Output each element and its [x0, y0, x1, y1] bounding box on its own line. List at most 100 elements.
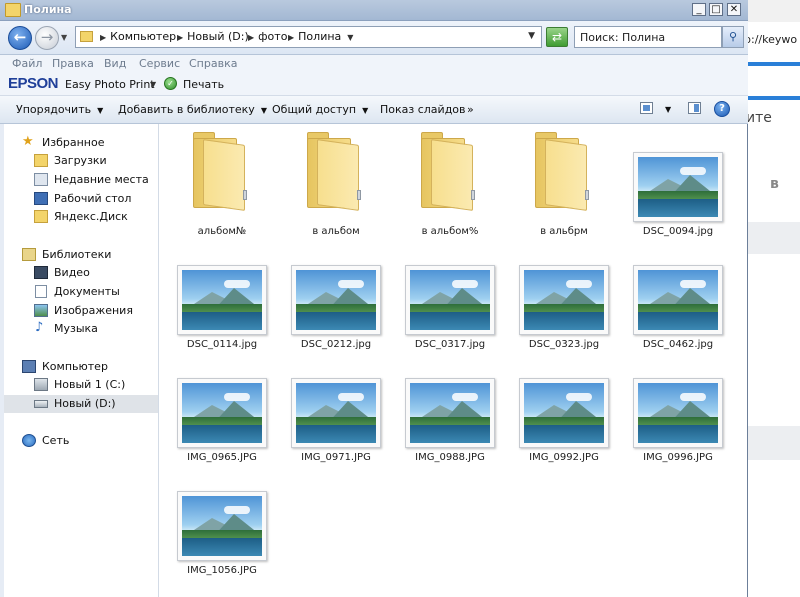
preview-pane-icon[interactable] — [688, 102, 701, 114]
window-title: Полина — [24, 3, 72, 16]
more-commands-button[interactable]: » — [467, 103, 474, 116]
address-dropdown[interactable]: ▼ — [528, 31, 535, 41]
image-file-item[interactable]: DSC_0094.jpg — [623, 128, 733, 243]
breadcrumb-label: Полина — [298, 30, 342, 43]
documents-icon — [35, 285, 47, 298]
folder-icon — [189, 132, 249, 211]
image-thumbnail — [405, 378, 495, 448]
libraries-icon — [22, 248, 36, 261]
epson-toolbar: EPSON Easy Photo Print ▼ ✓ Печать — [0, 73, 748, 96]
downloads-folder-icon — [34, 154, 48, 167]
image-file-item[interactable]: DSC_0323.jpg — [509, 241, 619, 356]
view-mode-dropdown[interactable]: ▼ — [665, 105, 671, 114]
menu-help[interactable]: Справка — [189, 57, 237, 70]
sidebar-network[interactable]: Сеть — [4, 432, 158, 450]
back-button[interactable]: ← — [8, 26, 32, 50]
maximize-button[interactable]: □ — [709, 3, 723, 16]
view-mode-icon[interactable] — [640, 102, 653, 114]
sidebar-item-pictures[interactable]: Изображения — [4, 302, 158, 320]
image-file-item[interactable]: DSC_0462.jpg — [623, 241, 733, 356]
sidebar-item-recent[interactable]: Недавние места — [4, 171, 158, 189]
image-file-item[interactable]: IMG_0965.JPG — [167, 354, 277, 469]
share-button[interactable]: Общий доступ ▼ — [272, 103, 368, 116]
minimize-button[interactable]: _ — [692, 3, 706, 16]
sidebar-item-label: Документы — [54, 285, 120, 298]
image-file-item[interactable]: IMG_0996.JPG — [623, 354, 733, 469]
breadcrumb-item[interactable]: ▶ Новый (D:) — [177, 30, 249, 43]
add-to-library-button[interactable]: Добавить в библиотеку ▼ — [118, 103, 267, 116]
file-name-label: DSC_0094.jpg — [642, 226, 714, 237]
folder-item[interactable]: в альбом% — [395, 128, 505, 243]
sidebar-item-video[interactable]: Видео — [4, 264, 158, 282]
page-band — [748, 222, 800, 254]
sidebar-favorites[interactable]: ★ Избранное — [4, 134, 158, 152]
epson-app-button[interactable]: Easy Photo Print — [65, 78, 155, 91]
organize-button[interactable]: Упорядочить ▼ — [16, 103, 103, 116]
sidebar-item-documents[interactable]: Документы — [4, 283, 158, 301]
folder-icon — [531, 132, 591, 211]
breadcrumb-item[interactable]: ▶ фото — [248, 30, 287, 43]
folder-item[interactable]: в альбом — [281, 128, 391, 243]
command-bar: Упорядочить ▼ Добавить в библиотеку ▼ Общи… — [0, 96, 748, 124]
slideshow-button[interactable]: Показ слайдов — [380, 103, 466, 116]
browser-url: p://keywo — [748, 33, 798, 46]
sidebar-item-label: Изображения — [54, 304, 133, 317]
sidebar-item-label: Библиотеки — [42, 248, 112, 261]
menu-edit[interactable]: Правка — [52, 57, 94, 70]
breadcrumb-label: Компьютер — [110, 30, 177, 43]
image-file-item[interactable]: IMG_0988.JPG — [395, 354, 505, 469]
sidebar-item-yandex-disk[interactable]: Яндекс.Диск — [4, 208, 158, 226]
menu-view[interactable]: Вид — [104, 57, 126, 70]
address-bar[interactable]: ▶ Компьютер ▶ Новый (D:) ▶ фото ▶ Полина ▼ ▼ — [75, 26, 542, 48]
print-button[interactable]: Печать — [183, 78, 224, 91]
video-icon — [34, 266, 48, 279]
file-name-label: DSC_0114.jpg — [186, 339, 258, 350]
explorer-window: Полина _ □ ✕ ← → ▼ ▶ Компьютер ▶ Новый (D:… — [0, 0, 748, 597]
sidebar-item-downloads[interactable]: Загрузки — [4, 152, 158, 170]
forward-arrow-icon: → — [40, 28, 54, 46]
image-file-item[interactable]: IMG_0992.JPG — [509, 354, 619, 469]
image-file-item[interactable]: DSC_0212.jpg — [281, 241, 391, 356]
folder-icon — [5, 3, 21, 17]
menu-file[interactable]: Файл — [12, 57, 42, 70]
navigation-pane: ★ Избранное Загрузки Недавние места Рабо… — [4, 124, 159, 597]
file-name-label: в альбом — [312, 226, 360, 237]
sidebar-computer[interactable]: Компьютер — [4, 358, 158, 376]
sidebar-item-desktop[interactable]: Рабочий стол — [4, 190, 158, 208]
breadcrumb-item[interactable]: ▶ Полина ▼ — [288, 30, 357, 43]
image-thumbnail — [291, 265, 381, 335]
search-button[interactable]: ⚲ — [722, 26, 744, 48]
image-file-item[interactable]: DSC_0114.jpg — [167, 241, 277, 356]
title-bar[interactable]: Полина _ □ ✕ — [0, 0, 748, 21]
epson-dropdown[interactable]: ▼ — [150, 80, 156, 89]
breadcrumb-item[interactable]: ▶ Компьютер — [100, 30, 176, 43]
menu-tools[interactable]: Сервис — [139, 57, 180, 70]
file-name-label: DSC_0212.jpg — [300, 339, 372, 350]
folder-icon — [417, 132, 477, 211]
sidebar-item-drive-d[interactable]: Новый (D:) — [4, 395, 158, 413]
page-text: в — [770, 176, 779, 192]
folder-item[interactable]: альбом№ — [167, 128, 277, 243]
sidebar-item-label: Сеть — [42, 434, 70, 447]
image-file-item[interactable]: DSC_0317.jpg — [395, 241, 505, 356]
image-file-item[interactable]: IMG_1056.JPG — [167, 467, 277, 582]
page-text: ите — [748, 110, 772, 126]
image-thumbnail — [633, 378, 723, 448]
image-thumbnail — [177, 491, 267, 561]
refresh-button[interactable]: ⇄ — [546, 27, 568, 47]
sidebar-item-label: Загрузки — [54, 154, 107, 167]
sidebar-item-music[interactable]: ♪ Музыка — [4, 320, 158, 338]
file-name-label: DSC_0323.jpg — [528, 339, 600, 350]
desktop-icon — [34, 192, 48, 205]
image-file-item[interactable]: IMG_0971.JPG — [281, 354, 391, 469]
sidebar-item-drive-c[interactable]: Новый 1 (C:) — [4, 376, 158, 394]
sidebar-libraries[interactable]: Библиотеки — [4, 246, 158, 264]
image-thumbnail — [405, 265, 495, 335]
help-icon[interactable]: ? — [714, 101, 730, 117]
folder-item[interactable]: в альбрм — [509, 128, 619, 243]
search-input[interactable] — [574, 26, 722, 48]
recent-pages-dropdown[interactable]: ▼ — [61, 33, 67, 42]
forward-button[interactable]: → — [35, 26, 59, 50]
sidebar-item-label: Компьютер — [42, 360, 108, 373]
close-button[interactable]: ✕ — [727, 3, 741, 16]
